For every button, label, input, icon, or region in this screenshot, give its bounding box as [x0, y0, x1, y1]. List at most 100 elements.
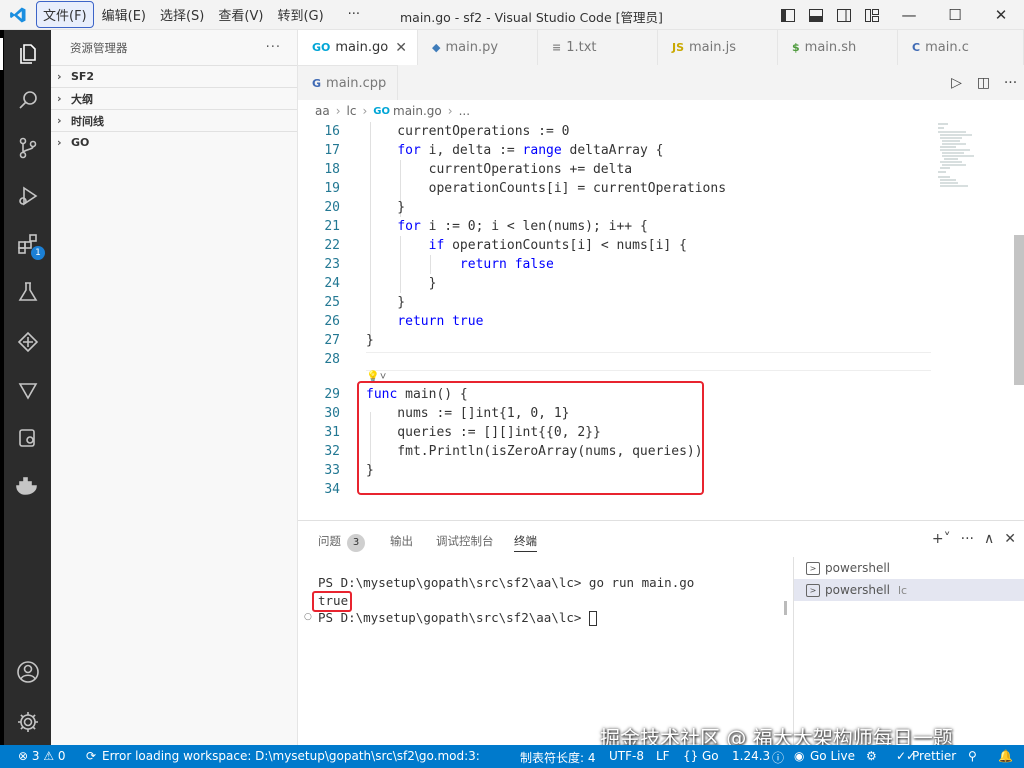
feedback-icon[interactable]: ⚲	[968, 749, 977, 763]
activity-bar: 1	[0, 30, 51, 745]
account-icon[interactable]	[4, 652, 51, 692]
tab-main-js[interactable]: JS main.js	[658, 30, 778, 65]
editor-scrollbar[interactable]	[1014, 235, 1024, 385]
explorer-title: 资源管理器	[70, 40, 128, 55]
source-control-icon[interactable]	[4, 128, 51, 168]
line-number: 32	[324, 444, 340, 459]
minimize-icon[interactable]: —	[886, 0, 932, 30]
section-timeline[interactable]: › 时间线	[51, 109, 297, 131]
line-number: 16	[324, 124, 340, 139]
section-go[interactable]: › GO	[51, 131, 297, 153]
line-number: 30	[324, 406, 340, 421]
docker-icon[interactable]	[4, 466, 51, 506]
code-line: 22 if operationCounts[i] < nums[i] {	[298, 236, 938, 255]
breadcrumb-file[interactable]: main.go	[393, 104, 442, 118]
maximize-icon[interactable]: ☐	[932, 0, 978, 30]
tab-label: main.js	[689, 40, 737, 55]
tab-terminal[interactable]: 终端	[514, 533, 537, 552]
code-line: 20 }	[298, 198, 938, 217]
menu-more[interactable]: ···	[342, 4, 366, 25]
tab-1-txt[interactable]: ≡ 1.txt	[538, 30, 658, 65]
tab-main-sh[interactable]: $ main.sh	[778, 30, 898, 65]
gitlens-icon[interactable]	[4, 370, 51, 410]
terminal-item-selected[interactable]: > powershell lc	[794, 579, 1024, 601]
tab-debug-console[interactable]: 调试控制台	[436, 533, 494, 549]
menu-edit[interactable]: 编辑(E)	[96, 2, 152, 27]
notifications-bell-icon[interactable]: 🔔	[998, 749, 1013, 763]
tab-label: main.c	[925, 40, 969, 55]
code-line: 27}	[298, 331, 938, 350]
problems-count-badge: 3	[347, 534, 365, 552]
code-text: }	[366, 276, 437, 291]
section-outline[interactable]: › 大纲	[51, 87, 297, 109]
code-editor[interactable]: 16 currentOperations := 0 17 for i, delta…	[298, 122, 1024, 520]
tab-main-c[interactable]: C main.c	[898, 30, 1024, 65]
sync-icon: ⟳	[86, 749, 97, 763]
eol-status[interactable]: LF	[656, 749, 670, 763]
run-play-icon[interactable]: ▷	[943, 75, 970, 91]
line-number: 26	[324, 314, 340, 329]
window-title: main.go - sf2 - Visual Studio Code [管理员]	[400, 10, 663, 25]
toggle-sidebar-icon[interactable]	[774, 0, 802, 30]
c-file-icon: C	[912, 41, 921, 54]
tab-main-go[interactable]: GO main.go ✕	[298, 30, 418, 65]
breadcrumb-aa[interactable]: aa	[315, 104, 330, 118]
explorer-icon[interactable]	[0, 34, 51, 74]
workspace-error[interactable]: Error loading workspace: D:\mysetup\gopa…	[102, 749, 484, 763]
close-panel-icon[interactable]: ✕	[1004, 531, 1016, 547]
menu-file[interactable]: 文件(F)	[36, 1, 94, 28]
line-number: 22	[324, 238, 340, 253]
docker-explorer-icon[interactable]	[4, 418, 51, 458]
split-editor-icon[interactable]: ◫	[970, 75, 997, 91]
menu-selection[interactable]: 选择(S)	[154, 2, 210, 27]
menu-view[interactable]: 查看(V)	[212, 2, 269, 27]
tab-main-cpp[interactable]: G main.cpp	[298, 65, 398, 100]
line-number: 20	[324, 200, 340, 215]
go-version-status[interactable]: 1.24.3	[732, 749, 770, 763]
new-terminal-icon[interactable]: +˅	[932, 531, 951, 547]
language-status[interactable]: Go	[702, 749, 719, 763]
search-icon[interactable]	[4, 80, 51, 120]
panel-more-icon[interactable]: ···	[961, 531, 974, 547]
toggle-secondary-sidebar-icon[interactable]	[830, 0, 858, 30]
encoding-status[interactable]: UTF-8	[609, 749, 644, 763]
menu-goto[interactable]: 转到(G)	[271, 2, 329, 27]
indentation-status[interactable]: 制表符长度: 4	[520, 749, 596, 766]
section-sf2[interactable]: › SF2	[51, 65, 297, 87]
problems-status[interactable]: ⊗ 3 ⚠ 0	[18, 749, 66, 763]
customize-layout-icon[interactable]	[858, 0, 886, 30]
tab-problems[interactable]: 问题 3	[318, 533, 365, 552]
tab-output[interactable]: 输出	[390, 533, 413, 549]
terminal-prompt[interactable]: PS D:\mysetup\gopath\src\sf2\aa\lc>	[318, 610, 597, 626]
terminal-item[interactable]: > powershell	[794, 557, 1024, 579]
run-debug-icon[interactable]	[4, 176, 51, 216]
title-bar: 文件(F) 编辑(E) 选择(S) 查看(V) 转到(G) ··· main.g…	[0, 0, 1024, 30]
breadcrumb-lc[interactable]: lc	[347, 104, 357, 118]
terminal-scrollbar[interactable]	[784, 601, 787, 615]
golive-status[interactable]: Go Live	[810, 749, 855, 763]
editor-more-icon[interactable]: ···	[997, 75, 1024, 91]
code-text: if operationCounts[i] < nums[i] {	[428, 238, 687, 253]
testing-icon[interactable]	[4, 272, 51, 312]
tab-main-py[interactable]: ◆ main.py	[418, 30, 538, 65]
extensions-icon[interactable]: 1	[4, 224, 51, 264]
toggle-panel-icon[interactable]	[802, 0, 830, 30]
maximize-panel-icon[interactable]: ∧	[984, 531, 994, 547]
remote-explorer-icon[interactable]	[4, 322, 51, 362]
code-text: return true	[397, 314, 484, 329]
prettier-status[interactable]: Prettier	[912, 749, 956, 763]
minimap[interactable]	[936, 122, 986, 192]
close-tab-icon[interactable]: ✕	[395, 40, 407, 56]
close-window-icon[interactable]: ✕	[978, 0, 1024, 30]
section-label: SF2	[71, 70, 95, 83]
code-text: for i, delta := range deltaArray {	[397, 143, 664, 158]
line-number: 19	[324, 181, 340, 196]
cpp-file-icon: G	[312, 76, 322, 90]
copilot-icon[interactable]: ⚙	[866, 749, 877, 763]
explorer-more-icon[interactable]: ···	[266, 40, 281, 55]
extensions-badge: 1	[31, 246, 45, 260]
chevron-right-icon: ›	[335, 104, 341, 118]
manage-gear-icon[interactable]	[4, 702, 51, 742]
breadcrumb-symbol[interactable]: ...	[459, 104, 470, 118]
tab-label: main.cpp	[326, 75, 387, 91]
